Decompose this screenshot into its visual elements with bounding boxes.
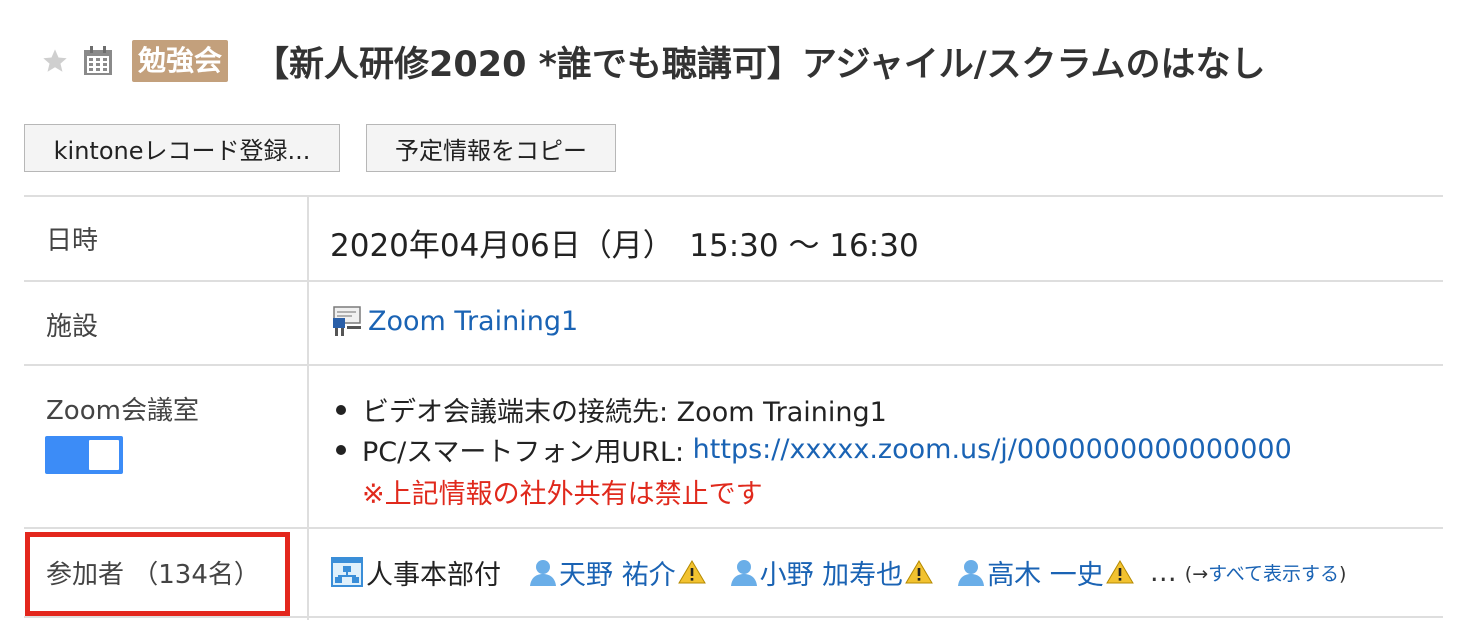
zoom-toggle[interactable]	[45, 436, 123, 474]
calendar-icon	[80, 43, 116, 79]
highlight-box	[25, 532, 290, 616]
warning-icon	[905, 559, 934, 585]
participant-name[interactable]: 高木 一史	[987, 553, 1104, 592]
copy-schedule-button[interactable]: 予定情報をコピー	[366, 124, 616, 172]
star-icon[interactable]	[40, 46, 70, 76]
facility-value[interactable]: Zoom Training1	[330, 304, 578, 338]
show-all-suffix: )	[1339, 562, 1347, 585]
participant-2[interactable]: 小野 加寿也	[728, 553, 934, 592]
zoom-bullet-url: PC/スマートフォン用URL: https://xxxxx.zoom.us/j/…	[336, 430, 1292, 469]
page-title: 【新人研修2020 *誰でも聴講可】アジャイル/スクラムのはなし	[254, 44, 1266, 85]
zoom-url-prefix: PC/スマートフォン用URL:	[362, 437, 693, 468]
category-badge: 勉強会	[132, 40, 229, 82]
more-ellipsis: …	[1149, 556, 1177, 588]
divider	[24, 195, 1443, 197]
facility-link[interactable]: Zoom Training1	[368, 306, 578, 337]
org-participant[interactable]: 人事本部付	[330, 553, 501, 592]
show-all-prefix: (→	[1184, 562, 1209, 585]
share-warning-text: ※上記情報の社外共有は禁止です	[362, 479, 763, 510]
zoom-url-link[interactable]: https://xxxxx.zoom.us/j/0000000000000000	[693, 434, 1292, 465]
user-icon	[527, 556, 559, 588]
schedule-title-row: 勉強会 【新人研修2020 *誰でも聴講可】アジャイル/スクラムのはなし	[40, 34, 1266, 88]
user-icon	[728, 556, 760, 588]
divider	[24, 280, 1443, 282]
org-name: 人事本部付	[366, 559, 501, 591]
user-icon	[955, 556, 987, 588]
facility-label: 施設	[46, 312, 99, 342]
participant-1[interactable]: 天野 祐介	[527, 553, 706, 592]
show-all-participants[interactable]: (→すべて表示する)	[1185, 559, 1347, 586]
participant-3[interactable]: 高木 一史	[955, 553, 1134, 592]
facility-icon	[330, 304, 364, 338]
zoom-label: Zoom会議室	[46, 396, 199, 426]
participant-name[interactable]: 小野 加寿也	[760, 553, 904, 592]
bullet-icon	[336, 404, 346, 415]
divider	[24, 364, 1443, 366]
kintone-register-button[interactable]: kintoneレコード登録...	[24, 124, 340, 172]
column-divider	[307, 196, 309, 620]
participants-list: 人事本部付 天野 祐介 小野 加寿也 高木 一史 … (→すべて表示する)	[330, 550, 1346, 594]
org-icon	[330, 555, 364, 589]
divider	[24, 616, 1443, 618]
zoom-device-text: ビデオ会議端末の接続先: Zoom Training1	[362, 397, 887, 428]
datetime-value: 2020年04月06日（月） 15:30 〜 16:30	[330, 228, 919, 264]
warning-icon	[677, 559, 706, 585]
show-all-link[interactable]: すべて表示する	[1208, 563, 1339, 585]
divider	[24, 527, 1443, 529]
warning-icon	[1105, 559, 1134, 585]
zoom-bullet-device: ビデオ会議端末の接続先: Zoom Training1	[336, 390, 887, 429]
bullet-icon	[336, 444, 346, 455]
participant-name[interactable]: 天野 祐介	[559, 553, 676, 592]
toggle-knob	[89, 440, 119, 470]
datetime-label: 日時	[46, 226, 99, 256]
